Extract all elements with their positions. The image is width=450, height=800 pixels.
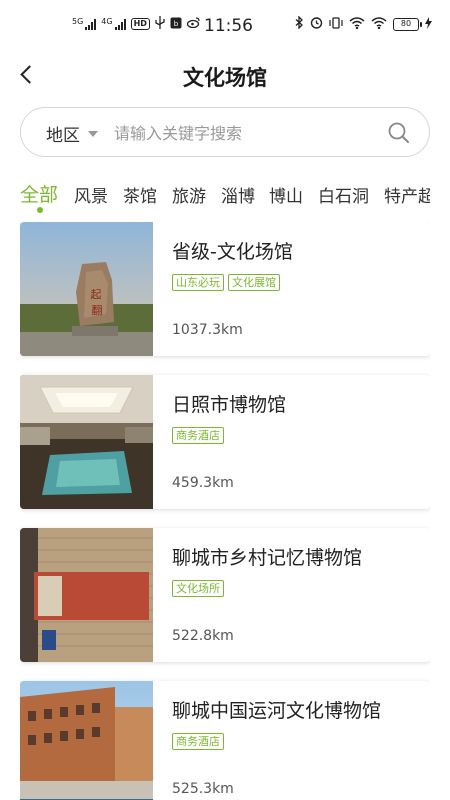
venue-distance: 522.8km [172,628,234,644]
svg-text:翻: 翻 [92,303,103,317]
vibrate-icon [329,16,343,32]
venue-tag: 商务酒店 [172,427,224,444]
network-5g-label: 5G [72,17,84,26]
tab-all[interactable]: 全部 [20,180,58,207]
venue-image [20,528,153,662]
app-notification-icon: b [170,17,182,32]
venue-name: 聊城中国运河文化博物馆 [172,700,382,722]
hd-icon: HD [130,18,150,30]
active-tab-indicator [37,207,43,213]
signal-4g-icon: 4G [101,17,126,30]
venue-tag: 文化场所 [172,580,224,597]
venue-distance: 459.3km [172,475,234,491]
caret-down-icon [88,130,98,137]
venue-distance: 525.3km [172,781,234,797]
venue-name: 日照市博物馆 [172,394,287,416]
charging-icon [425,16,432,32]
venue-image [20,681,153,800]
tab-specialty[interactable]: 特产超 [384,182,430,207]
search-bar: 地区 [20,107,430,157]
region-label: 地区 [46,126,80,146]
venue-tags: 山东必玩 文化展馆 [172,274,280,291]
tab-boshan[interactable]: 博山 [269,182,303,207]
venue-card[interactable]: 起 翻 省级-文化场馆 山东必玩 文化展馆 1037.3km [20,222,430,356]
page-title: 文化场馆 [183,66,267,90]
status-left: 5G 4G HD b [72,16,200,32]
search-icon[interactable] [387,121,411,145]
venue-tag: 商务酒店 [172,733,224,750]
category-tabs: 全部 风景 茶馆 旅游 淄博 博山 白石洞 特产超 [20,178,430,218]
search-input[interactable] [114,120,384,146]
signal-5g-icon: 5G [72,17,97,30]
venue-card[interactable]: 日照市博物馆 商务酒店 459.3km [20,375,430,509]
status-time: 11:56 [204,16,253,36]
venue-tags: 商务酒店 [172,733,224,750]
venue-tags: 商务酒店 [172,427,224,444]
venue-image [20,375,153,509]
tab-teahouse[interactable]: 茶馆 [123,182,157,207]
venue-card[interactable]: 聊城中国运河文化博物馆 商务酒店 525.3km [20,681,430,800]
svg-text:b: b [174,20,179,28]
wifi-icon [349,16,365,32]
wifi-2-icon [371,16,387,32]
tab-zibo[interactable]: 淄博 [221,182,255,207]
tab-scenery[interactable]: 风景 [74,182,108,207]
venue-image: 起 翻 [20,222,153,356]
header: 文化场馆 [0,52,450,98]
weibo-icon [186,17,200,31]
venue-card[interactable]: 聊城市乡村记忆博物馆 文化场所 522.8km [20,528,430,662]
venue-distance: 1037.3km [172,322,243,338]
venue-name: 省级-文化场馆 [172,241,293,263]
status-bar: 5G 4G HD b 11:56 80 [0,0,450,50]
venue-tag: 山东必玩 [172,274,224,291]
tab-travel[interactable]: 旅游 [172,182,206,207]
venue-tag: 文化展馆 [228,274,280,291]
tab-baishidong[interactable]: 白石洞 [318,182,369,207]
venue-name: 聊城市乡村记忆博物馆 [172,547,363,569]
alarm-icon [310,16,323,32]
status-right: 80 [295,15,432,32]
bluetooth-icon [295,15,304,32]
network-4g-label: 4G [101,17,113,26]
svg-text:起: 起 [91,288,102,301]
usb-icon [155,16,165,32]
region-dropdown[interactable]: 地区 [46,121,98,146]
venue-list: 起 翻 省级-文化场馆 山东必玩 文化展馆 1037.3km 日照市博物馆 商务… [20,222,430,800]
battery-icon: 80 [393,17,422,31]
venue-tags: 文化场所 [172,580,224,597]
